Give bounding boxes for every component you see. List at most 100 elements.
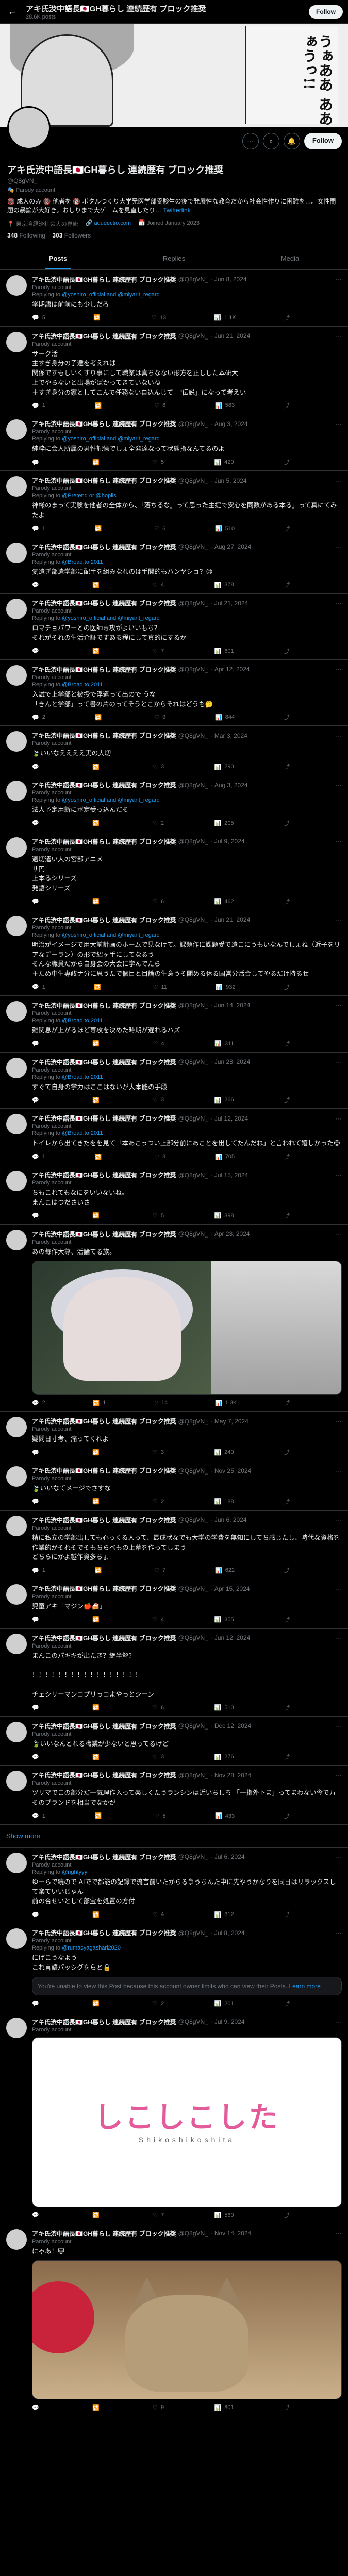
post[interactable]: アキ氏渋中語長🇯🇵GH暮らし 連続歴有 ブロック推奨 @Q8gVN_ · Jun 5,…: [0, 471, 348, 537]
post-date[interactable]: Jun 28, 2024: [214, 1058, 250, 1065]
reply-button[interactable]: 💬 1: [32, 1566, 45, 1574]
post[interactable]: アキ氏渋中語長🇯🇵GH暮らし 連続歴有 ブロック推奨 @Q8gVN_ · Jul 21…: [0, 594, 348, 660]
followers-stat[interactable]: 303 Followers: [52, 232, 91, 239]
post-date[interactable]: Jun 6, 2024: [214, 1516, 247, 1523]
share-button[interactable]: ⤴: [284, 1096, 290, 1104]
post-date[interactable]: Apr 12, 2024: [214, 666, 250, 673]
post-author-name[interactable]: アキ氏渋中語長🇯🇵GH暮らし 連続歴有 ブロック推奨: [32, 2018, 176, 2026]
reply-button[interactable]: 💬 1: [32, 1812, 45, 1820]
post-avatar[interactable]: [6, 2017, 27, 2038]
replying-to-handles[interactable]: @yoshiro_official and @miyarit_regard: [62, 615, 160, 621]
views-button[interactable]: 📊 420: [214, 458, 234, 466]
post[interactable]: アキ氏渋中語長🇯🇵GH暮らし 連続歴有 ブロック推奨 @Q8gVN_ · Jun 14…: [0, 996, 348, 1053]
more-icon[interactable]: ···: [242, 133, 259, 149]
post[interactable]: アキ氏渋中語長🇯🇵GH暮らし 連続歴有 ブロック推奨 @Q8gVN_ · Aug 3,…: [0, 775, 348, 832]
like-button[interactable]: ♡ 4: [153, 1040, 164, 1048]
notice-learn-more[interactable]: Learn more: [289, 1982, 320, 1990]
more-icon[interactable]: ···: [333, 543, 342, 550]
more-icon[interactable]: ···: [333, 1772, 342, 1779]
post-author-name[interactable]: アキ氏渋中語長🇯🇵GH暮らし 連続歴有 ブロック推奨: [32, 1928, 176, 1937]
profile-avatar[interactable]: [7, 106, 51, 149]
repost-button[interactable]: 🔁: [95, 713, 105, 721]
repost-button[interactable]: 🔁: [92, 1999, 103, 2008]
like-button[interactable]: ♡ 2: [153, 1999, 164, 2008]
share-button[interactable]: ⤴: [284, 1812, 290, 1820]
more-icon[interactable]: ···: [333, 276, 342, 283]
views-button[interactable]: 📊 462: [214, 897, 234, 906]
repost-button[interactable]: 🔁: [92, 581, 103, 589]
post-author-name[interactable]: アキ氏渋中語長🇯🇵GH暮らし 連続歴有 ブロック推奨: [32, 665, 176, 674]
like-button[interactable]: ♡ 3: [153, 762, 164, 771]
repost-button[interactable]: 🔁 1: [93, 1399, 106, 1407]
tab-posts[interactable]: Posts: [0, 247, 116, 269]
views-button[interactable]: 📊 201: [214, 1999, 234, 2008]
repost-button[interactable]: 🔁: [92, 1448, 103, 1456]
reply-button[interactable]: 💬: [32, 1212, 42, 1220]
share-button[interactable]: ⤴: [284, 1999, 290, 2008]
repost-button[interactable]: 🔁: [95, 1566, 105, 1574]
views-button[interactable]: 📊 510: [214, 1704, 234, 1712]
bio-link[interactable]: Twitterlink: [163, 207, 190, 214]
post-date[interactable]: Jun 5, 2024: [214, 477, 247, 484]
repost-button[interactable]: 🔁: [92, 1040, 103, 1048]
replying-to-handles[interactable]: @Broad.to.2011: [62, 682, 103, 688]
views-button[interactable]: 📊 1.3K: [215, 1399, 237, 1407]
post-date[interactable]: Aug 27, 2024: [214, 543, 251, 550]
reply-button[interactable]: 💬: [32, 647, 42, 655]
views-button[interactable]: 📊 622: [215, 1566, 235, 1574]
reply-button[interactable]: 💬: [32, 897, 42, 906]
views-button[interactable]: 📊 205: [214, 819, 234, 827]
post[interactable]: アキ氏渋中語長🇯🇵GH暮らし 連続歴有 ブロック推奨 @Q8gVN_ · Jul 6,…: [0, 1848, 348, 1924]
share-button[interactable]: ⤴: [284, 2403, 290, 2412]
post-avatar[interactable]: [6, 1852, 27, 1873]
views-button[interactable]: 📊 355: [214, 1616, 234, 1624]
post-author-name[interactable]: アキ氏渋中語長🇯🇵GH暮らし 連続歴有 ブロック推奨: [32, 1171, 176, 1179]
share-button[interactable]: ⤴: [284, 1566, 290, 1574]
post-author-name[interactable]: アキ氏渋中語長🇯🇵GH暮らし 連続歴有 ブロック推奨: [32, 599, 176, 607]
replying-to-handles[interactable]: @yoshiro_official and @miyarit_regard: [62, 292, 160, 298]
more-icon[interactable]: ···: [333, 666, 342, 673]
post[interactable]: アキ氏渋中語長🇯🇵GH暮らし 連続歴有 ブロック推奨 @Q8gVN_ · Nov 14…: [0, 2224, 348, 2417]
share-button[interactable]: ⤴: [284, 1704, 290, 1712]
repost-button[interactable]: 🔁: [92, 1753, 103, 1761]
post-avatar[interactable]: [6, 1721, 27, 1742]
like-button[interactable]: ♡ 5: [153, 458, 164, 466]
share-button[interactable]: ⤴: [284, 1910, 290, 1919]
repost-button[interactable]: 🔁: [92, 2403, 103, 2412]
post-avatar[interactable]: [6, 781, 27, 802]
views-button[interactable]: 📊 378: [214, 581, 234, 589]
post[interactable]: アキ氏渋中語長🇯🇵GH暮らし 連続歴有 ブロック推奨 @Q8gVN_ · Jul 12…: [0, 1109, 348, 1166]
views-button[interactable]: 📊 266: [214, 1096, 234, 1104]
like-button[interactable]: ♡ 4: [153, 1616, 164, 1624]
more-icon[interactable]: ···: [333, 782, 342, 789]
post-author-name[interactable]: アキ氏渋中語長🇯🇵GH暮らし 連続歴有 ブロック推奨: [32, 1853, 176, 1861]
repost-button[interactable]: 🔁: [92, 819, 103, 827]
post-avatar[interactable]: [6, 542, 27, 563]
website-link[interactable]: aqudectio.com: [94, 220, 131, 226]
like-button[interactable]: ♡ 7: [153, 647, 164, 655]
replying-to-handles[interactable]: @Broad.to.2011: [62, 1074, 103, 1080]
repost-button[interactable]: 🔁: [92, 762, 103, 771]
follow-button[interactable]: Follow: [304, 133, 342, 149]
post[interactable]: アキ氏渋中語長🇯🇵GH暮らし 連続歴有 ブロック推奨 @Q8gVN_ · Apr 12…: [0, 660, 348, 726]
post-avatar[interactable]: [6, 599, 27, 620]
share-button[interactable]: ⤴: [284, 581, 290, 589]
post-author-name[interactable]: アキ氏渋中語長🇯🇵GH暮らし 連続歴有 ブロック推奨: [32, 332, 176, 341]
post-avatar[interactable]: [6, 837, 27, 858]
views-button[interactable]: 📊 276: [214, 1753, 234, 1761]
post-date[interactable]: Jul 15, 2024: [214, 1172, 248, 1179]
post[interactable]: アキ氏渋中語長🇯🇵GH暮らし 連続歴有 ブロック推奨 @Q8gVN_ · May 7,…: [0, 1412, 348, 1462]
more-icon[interactable]: ···: [333, 1418, 342, 1425]
post-date[interactable]: Apr 23, 2024: [214, 1230, 250, 1238]
post-avatar[interactable]: [6, 476, 27, 497]
post-author-name[interactable]: アキ氏渋中語長🇯🇵GH暮らし 連続歴有 ブロック推奨: [32, 1516, 176, 1524]
post-date[interactable]: Jul 21, 2024: [214, 600, 248, 607]
post[interactable]: アキ氏渋中語長🇯🇵GH暮らし 連続歴有 ブロック推奨 @Q8gVN_ · Nov 28…: [0, 1766, 348, 1825]
back-arrow-icon[interactable]: ←: [5, 5, 20, 19]
post-author-name[interactable]: アキ氏渋中語長🇯🇵GH暮らし 連続歴有 ブロック推奨: [32, 731, 176, 740]
top-follow-button[interactable]: Follow: [309, 5, 343, 19]
like-button[interactable]: ♡ 2: [153, 819, 164, 827]
post-avatar[interactable]: [6, 1417, 27, 1438]
like-button[interactable]: ♡ 11: [153, 983, 167, 991]
share-button[interactable]: ⤴: [284, 983, 290, 991]
